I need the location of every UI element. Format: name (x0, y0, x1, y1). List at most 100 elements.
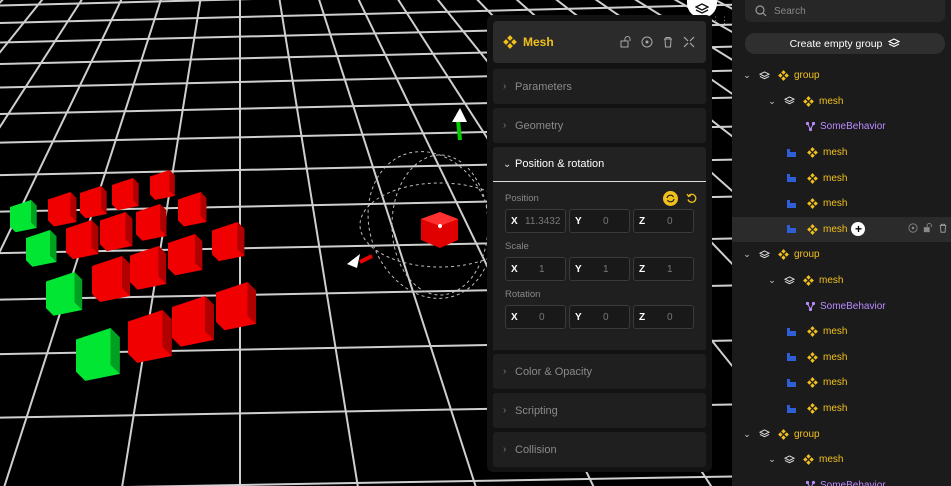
position-z-value: 0 (667, 215, 673, 227)
tree-item-label: group (794, 428, 820, 440)
behavior-icon (803, 480, 817, 486)
folder-icon (784, 352, 798, 362)
rotation-x-value: 0 (539, 311, 545, 323)
inspector-title: Mesh (523, 35, 554, 49)
tree-item-label: mesh (823, 172, 848, 184)
tree-item-mesh[interactable]: mesh (732, 396, 951, 422)
axis-y-label: Y (575, 215, 582, 227)
mesh-icon (503, 35, 517, 49)
layers-icon (782, 96, 796, 106)
folder-icon (784, 404, 798, 414)
section-parameters-label: Parameters (515, 80, 572, 93)
folder-icon (784, 173, 798, 183)
mesh-icon (805, 172, 819, 184)
section-geometry-label: Geometry (515, 119, 564, 132)
sync-icon[interactable] (663, 190, 678, 206)
tree-item-mesh[interactable]: mesh (732, 345, 951, 371)
target-icon[interactable] (640, 35, 654, 49)
tree-item-mesh[interactable]: mesh (732, 191, 951, 217)
section-color-opacity[interactable]: › Color & Opacity (493, 354, 706, 389)
chevron-down-icon[interactable]: ⌄ (742, 249, 752, 260)
section-collision[interactable]: › Collision (493, 432, 706, 467)
tree-item-group[interactable]: ⌄ group (732, 421, 951, 447)
tree-item-behavior[interactable]: SomeBehavior (732, 114, 951, 140)
section-geometry[interactable]: › Geometry (493, 108, 706, 143)
rotation-y-value: 0 (603, 311, 609, 323)
collapse-icon[interactable] (682, 35, 696, 49)
tree-item-mesh[interactable]: mesh + (732, 216, 951, 243)
position-y-value: 0 (603, 215, 609, 227)
section-position-rotation-label: Position & rotation (515, 158, 605, 170)
create-group-label: Create empty group (789, 37, 883, 50)
tree-item-behavior[interactable]: SomeBehavior (732, 473, 951, 486)
tree-item-group[interactable]: ⌄ group (732, 63, 951, 89)
tree-item-label: mesh (819, 95, 844, 107)
tree-item-mesh[interactable]: mesh (732, 370, 951, 396)
tree-item-mesh[interactable]: ⌄ mesh (732, 268, 951, 294)
tree-item-mesh[interactable]: ⌄ mesh (732, 89, 951, 115)
scale-y-value: 1 (603, 263, 609, 275)
tree-item-label: SomeBehavior (820, 121, 886, 133)
add-child-button[interactable]: + (851, 222, 866, 237)
create-group-button[interactable]: Create empty group (745, 33, 945, 54)
mesh-icon (805, 198, 819, 210)
scale-y-input[interactable]: Y1 (569, 257, 630, 281)
chevron-down-icon: ⌄ (503, 158, 512, 170)
rotation-z-value: 0 (667, 311, 673, 323)
search-icon (755, 5, 767, 17)
layers-icon (757, 429, 771, 439)
section-collision-label: Collision (515, 443, 557, 456)
mesh-icon (801, 96, 815, 107)
position-y-input[interactable]: Y0 (569, 209, 630, 233)
trash-icon[interactable] (661, 35, 675, 49)
tree-item-behavior[interactable]: SomeBehavior (732, 293, 951, 319)
mesh-icon (776, 249, 790, 261)
tree-item-label: SomeBehavior (820, 479, 886, 486)
chevron-down-icon[interactable]: ⌄ (742, 70, 752, 81)
chevron-down-icon[interactable]: ⌄ (767, 454, 777, 465)
tree-item-group[interactable]: ⌄ group (732, 242, 951, 268)
folder-icon (784, 224, 798, 234)
layers-icon (757, 250, 771, 260)
section-position-rotation[interactable]: ⌄ Position & rotation (493, 147, 706, 182)
tree-item-label: SomeBehavior (820, 300, 886, 312)
chevron-down-icon[interactable]: ⌄ (742, 429, 752, 440)
mesh-icon (805, 326, 819, 338)
mesh-icon (805, 403, 819, 414)
mesh-icon (801, 454, 815, 466)
scene-tree: ⌄ group ⌄ mesh SomeBehavior mesh mesh mesh mesh +… (732, 63, 951, 486)
tree-item-label: mesh (819, 275, 844, 287)
chevron-down-icon[interactable]: ⌄ (767, 96, 777, 107)
chevron-right-icon: › (503, 444, 507, 455)
rotation-y-input[interactable]: Y0 (569, 305, 630, 329)
tree-item-label: mesh (823, 198, 848, 210)
tree-item-mesh[interactable]: ⌄ mesh (732, 447, 951, 473)
scale-x-input[interactable]: X1 (505, 257, 566, 281)
axis-x-label: X (511, 311, 518, 323)
tree-item-mesh[interactable]: mesh (732, 140, 951, 166)
scale-z-input[interactable]: Z1 (633, 257, 694, 281)
position-z-input[interactable]: Z0 (633, 209, 694, 233)
tree-item-mesh[interactable]: mesh (732, 319, 951, 345)
tree-item-label: mesh (823, 351, 848, 363)
reset-icon[interactable] (684, 191, 698, 205)
scale-label: Scale (505, 240, 529, 252)
section-parameters[interactable]: › Parameters (493, 69, 706, 104)
trash-icon[interactable] (938, 223, 948, 236)
section-scripting[interactable]: › Scripting (493, 393, 706, 428)
mesh-icon (805, 351, 819, 363)
lock-icon[interactable] (619, 35, 633, 49)
chevron-down-icon[interactable]: ⌄ (767, 275, 777, 286)
rotation-z-input[interactable]: Z0 (633, 305, 694, 329)
tree-item-label: group (794, 249, 820, 261)
outliner-panel: Search Create empty group ⌄ group ⌄ mesh Som… (732, 0, 951, 486)
rotation-x-input[interactable]: X0 (505, 305, 566, 329)
section-color-opacity-label: Color & Opacity (515, 365, 593, 378)
axis-z-label: Z (639, 311, 646, 323)
position-x-input[interactable]: X 11.3432 (505, 209, 566, 233)
layers-icon (695, 3, 709, 14)
lock-icon[interactable] (923, 222, 933, 236)
tree-item-mesh[interactable]: mesh (732, 165, 951, 191)
target-icon[interactable] (908, 223, 918, 236)
search-input[interactable]: Search (745, 0, 945, 22)
